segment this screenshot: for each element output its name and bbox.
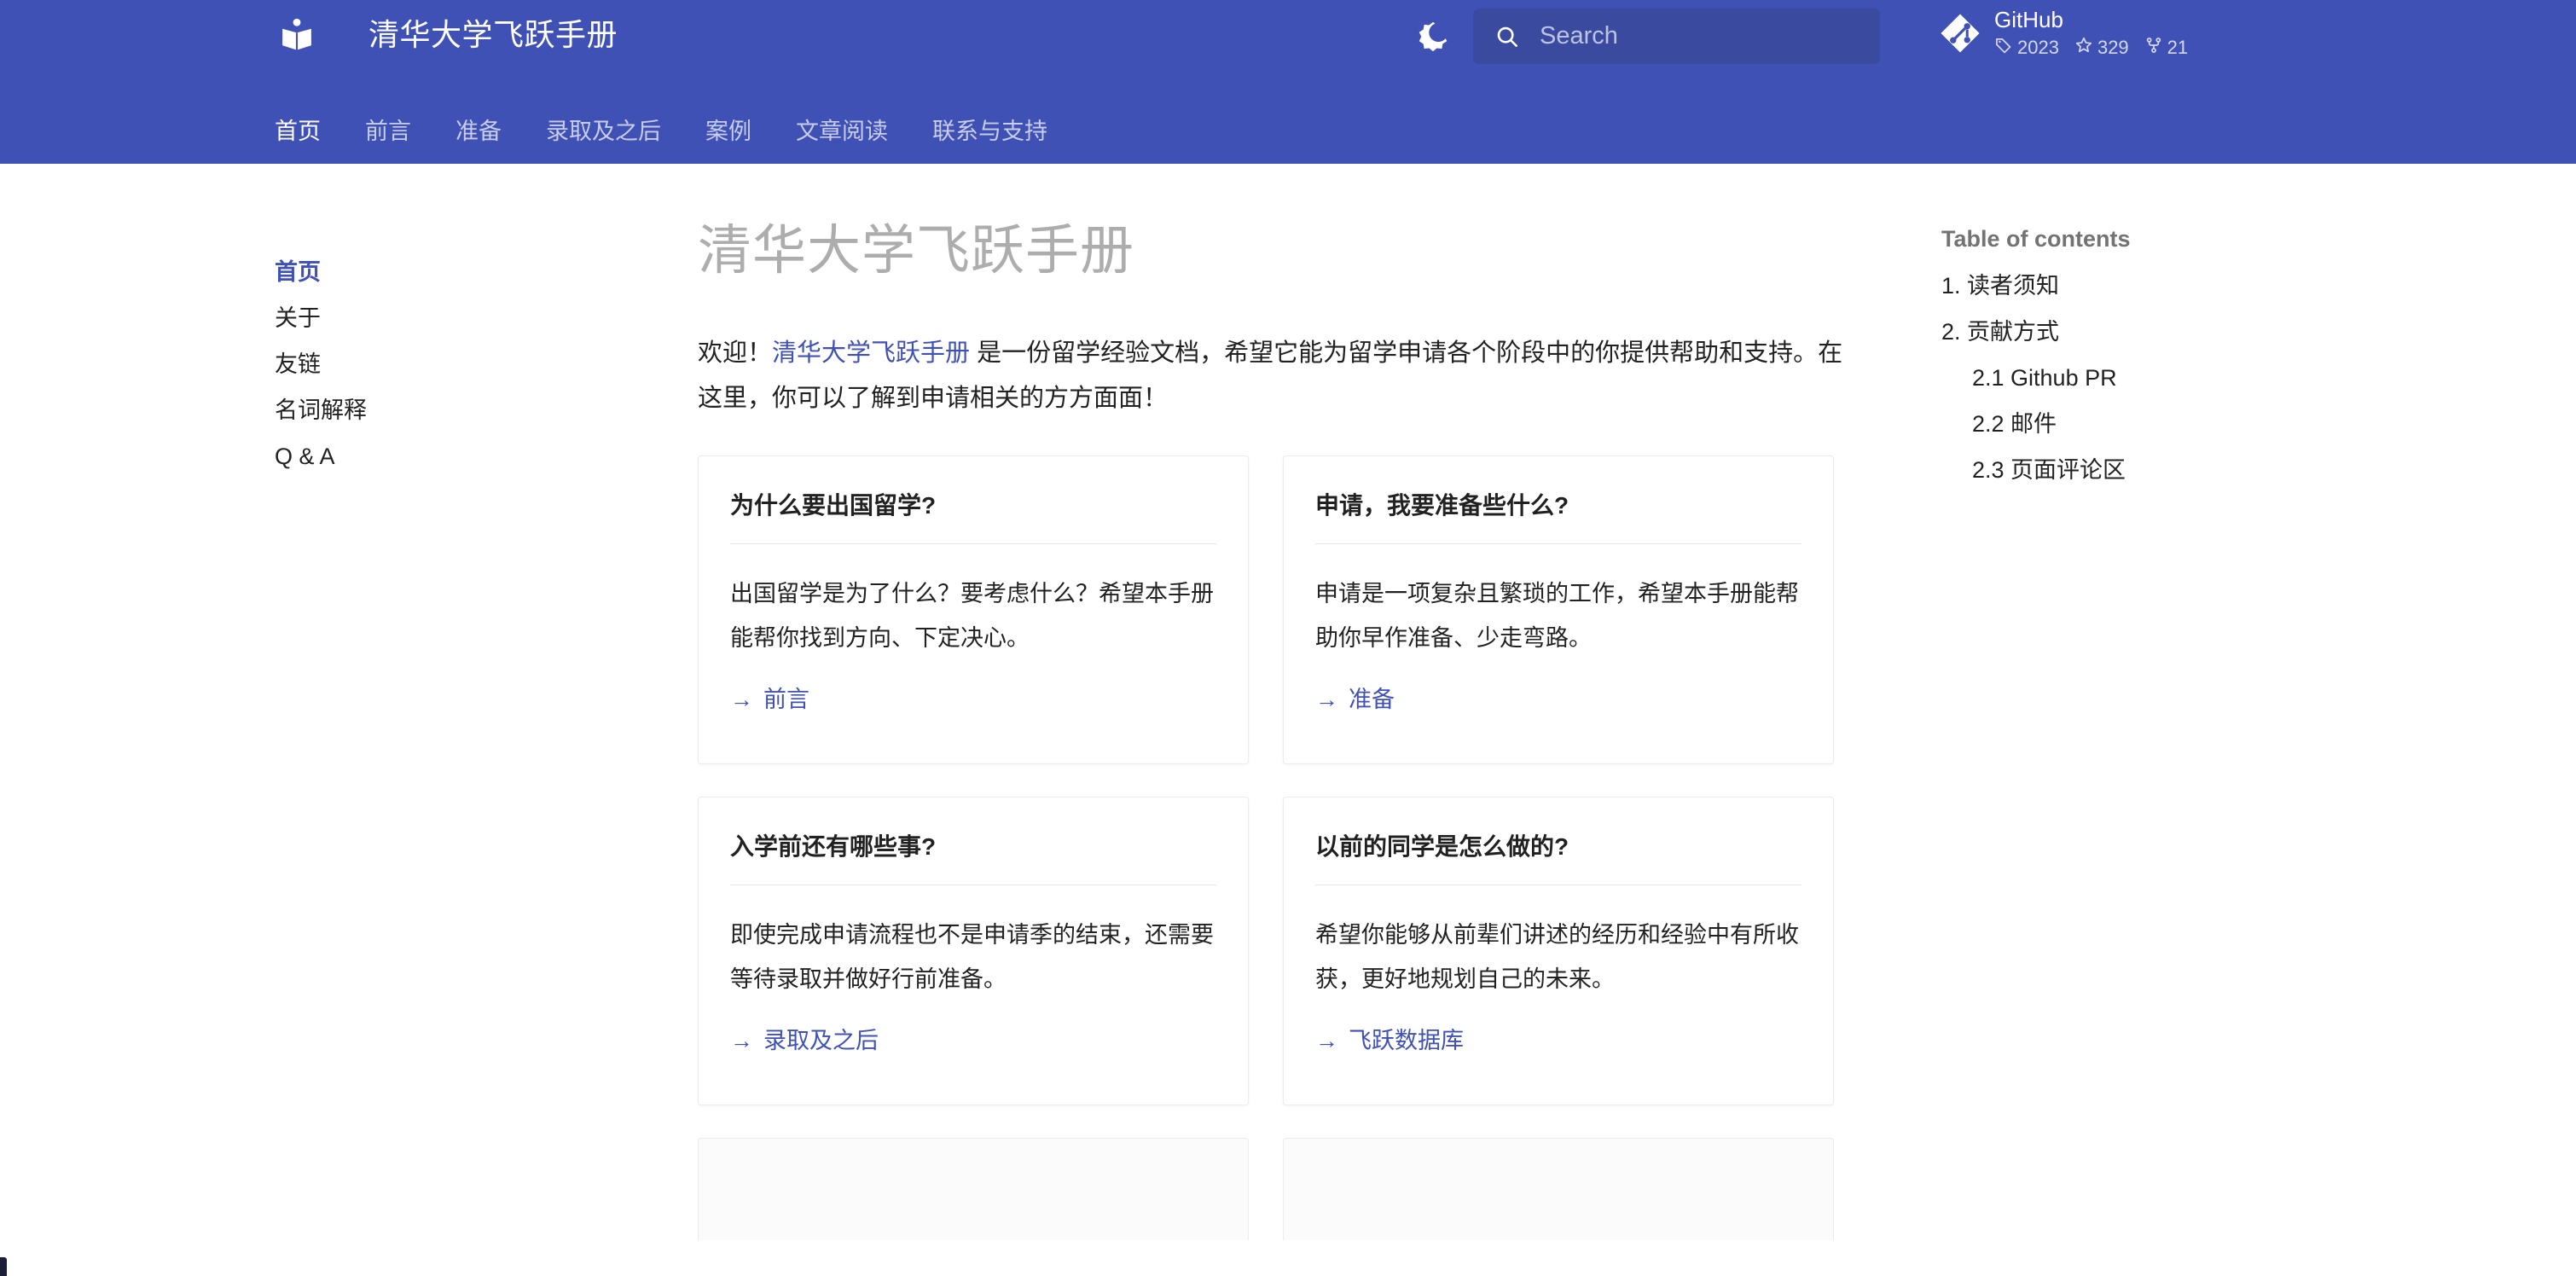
toc-item-yemianpinglunqu[interactable]: 2.3 页面评论区 [1941,447,2368,493]
intro-link[interactable]: 清华大学飞跃手册 [772,339,970,367]
git-diamond-icon [1938,11,1982,55]
card-link-label: 前言 [763,687,809,712]
card-before-enrollment[interactable]: 入学前还有哪些事? 即使完成申请流程也不是申请季的结束，还需要等待录取并做好行前… [698,797,1249,1105]
repo-stat-star: 329 [2074,36,2129,60]
repo-stat-tag-value: 2023 [2017,37,2059,58]
card-grid: 为什么要出国留学? 出国留学是为了什么？要考虑什么？希望本手册能帮你找到方向、下… [698,455,1866,1105]
intro-before: 欢迎！ [698,339,773,367]
left-sidebar-nav: 首页 关于 友链 名词解释 Q & A [275,249,633,479]
sidebar-item-guanyu[interactable]: 关于 [275,295,633,341]
tab-lianxiyuzhichi[interactable]: 联系与支持 [932,116,1047,147]
sidebar-item-shouye[interactable]: 首页 [275,249,633,295]
site-title[interactable]: 清华大学飞跃手册 [368,15,618,55]
toc-title: Table of contents [1941,226,2131,252]
book-logo-icon[interactable] [277,15,316,55]
toc-item-duzhexuzhi[interactable]: 1. 读者须知 [1941,263,2368,309]
repo-stat-tag: 2023 [1994,36,2059,60]
card-body: 即使完成申请流程也不是申请季的结束，还需要等待录取并做好行前准备。 [730,922,1214,992]
card-body: 希望你能够从前辈们讲述的经历和经验中有所收获，更好地规划自己的未来。 [1315,922,1799,992]
arrow-right-icon: → [1315,1028,1338,1053]
card-body: 申请是一项复杂且繁琐的工作，希望本手册能帮助你早作准备、少走弯路。 [1315,581,1799,651]
search-input[interactable] [1540,17,1880,55]
card-link-label: 飞跃数据库 [1349,1028,1464,1053]
tab-qianyan[interactable]: 前言 [365,116,411,147]
toc-item-gongxianfangshi[interactable]: 2. 贡献方式 [1941,309,2368,355]
card-grid-next-row-partial [698,1138,1866,1240]
card-what-to-prepare[interactable]: 申请，我要准备些什么? 申请是一项复杂且繁琐的工作，希望本手册能帮助你早作准备、… [1283,455,1834,764]
card-divider [1315,884,1801,885]
card-link-feiyueshujuku[interactable]: → 飞跃数据库 [1315,1024,1464,1058]
header-top-bar: 清华大学飞跃手册 Search GitHub 2023 329 21 [0,0,2576,98]
repo-stat-fork: 21 [2144,36,2188,60]
repo-name: GitHub [1994,7,2063,32]
page-title: 清华大学飞跃手册 [698,221,1134,281]
intro-paragraph: 欢迎！清华大学飞跃手册 是一份留学经验文档，希望它能为留学申请各个阶段中的你提供… [698,331,1862,421]
card-link-label: 准备 [1349,687,1395,712]
bottom-left-corner-artifact [0,1257,7,1276]
main-content: 清华大学飞跃手册 欢迎！清华大学飞跃手册 是一份留学经验文档，希望它能为留学申请… [698,215,1892,1240]
card-divider [730,884,1216,885]
tab-luqujizhihou[interactable]: 录取及之后 [546,116,661,147]
card-partial-right[interactable] [1283,1138,1834,1240]
tab-shouye[interactable]: 首页 [275,116,321,147]
arrow-right-icon: → [730,1028,753,1053]
card-link-luqujizhihou[interactable]: → 录取及之后 [730,1024,879,1058]
card-link-label: 录取及之后 [763,1028,879,1053]
sidebar-item-mingcijieshi[interactable]: 名词解释 [275,387,633,433]
card-link-qianyan[interactable]: → 前言 [730,682,809,716]
arrow-right-icon: → [1315,687,1338,712]
table-of-contents: Table of contents 1. 读者须知 2. 贡献方式 2.1 Gi… [1941,215,2368,493]
card-divider [1315,543,1801,544]
card-why-study-abroad[interactable]: 为什么要出国留学? 出国留学是为了什么？要考虑什么？希望本手册能帮你找到方向、下… [698,455,1249,764]
site-header: 清华大学飞跃手册 Search GitHub 2023 329 21 首页 前言… [0,0,2576,164]
card-title: 为什么要出国留学? [730,492,937,519]
repo-text: GitHub 2023 329 21 [1994,7,2188,60]
tag-icon [1994,36,2013,60]
page-body: 首页 关于 友链 名词解释 Q & A 清华大学飞跃手册 欢迎！清华大学飞跃手册… [0,164,2576,1276]
fork-icon [2144,36,2163,60]
toc-item-github-pr[interactable]: 2.1 Github PR [1941,355,2368,401]
search-icon [1494,23,1521,50]
card-body: 出国留学是为了什么？要考虑什么？希望本手册能帮你找到方向、下定决心。 [730,581,1214,651]
card-alumni-experience[interactable]: 以前的同学是怎么做的? 希望你能够从前辈们讲述的经历和经验中有所收获，更好地规划… [1283,797,1834,1105]
arrow-right-icon: → [730,687,753,712]
brightness-moon-icon[interactable] [1410,14,1456,60]
card-partial-left[interactable] [698,1138,1249,1240]
card-divider [730,543,1216,544]
card-title: 以前的同学是怎么做的? [1315,833,1569,860]
tab-wenzhangyuedu[interactable]: 文章阅读 [796,116,888,147]
repo-stats: 2023 329 21 [1994,36,2188,60]
repo-link[interactable]: GitHub 2023 329 21 [1938,7,2188,60]
card-link-zhunbei[interactable]: → 准备 [1315,682,1395,716]
card-title: 申请，我要准备些什么? [1315,492,1569,519]
tab-anli[interactable]: 案例 [705,116,751,147]
toc-item-youjian[interactable]: 2.2 邮件 [1941,401,2368,447]
sidebar-item-youlian[interactable]: 友链 [275,341,633,387]
card-title: 入学前还有哪些事? [730,833,937,860]
repo-stat-fork-value: 21 [2167,37,2189,58]
search-box[interactable] [1473,9,1880,64]
star-icon [2074,36,2093,60]
repo-stat-star-value: 329 [2097,37,2129,58]
sidebar-item-qa[interactable]: Q & A [275,433,633,479]
tab-zhunbei[interactable]: 准备 [455,116,502,147]
nav-tabs: 首页 前言 准备 录取及之后 案例 文章阅读 联系与支持 [0,98,2576,164]
